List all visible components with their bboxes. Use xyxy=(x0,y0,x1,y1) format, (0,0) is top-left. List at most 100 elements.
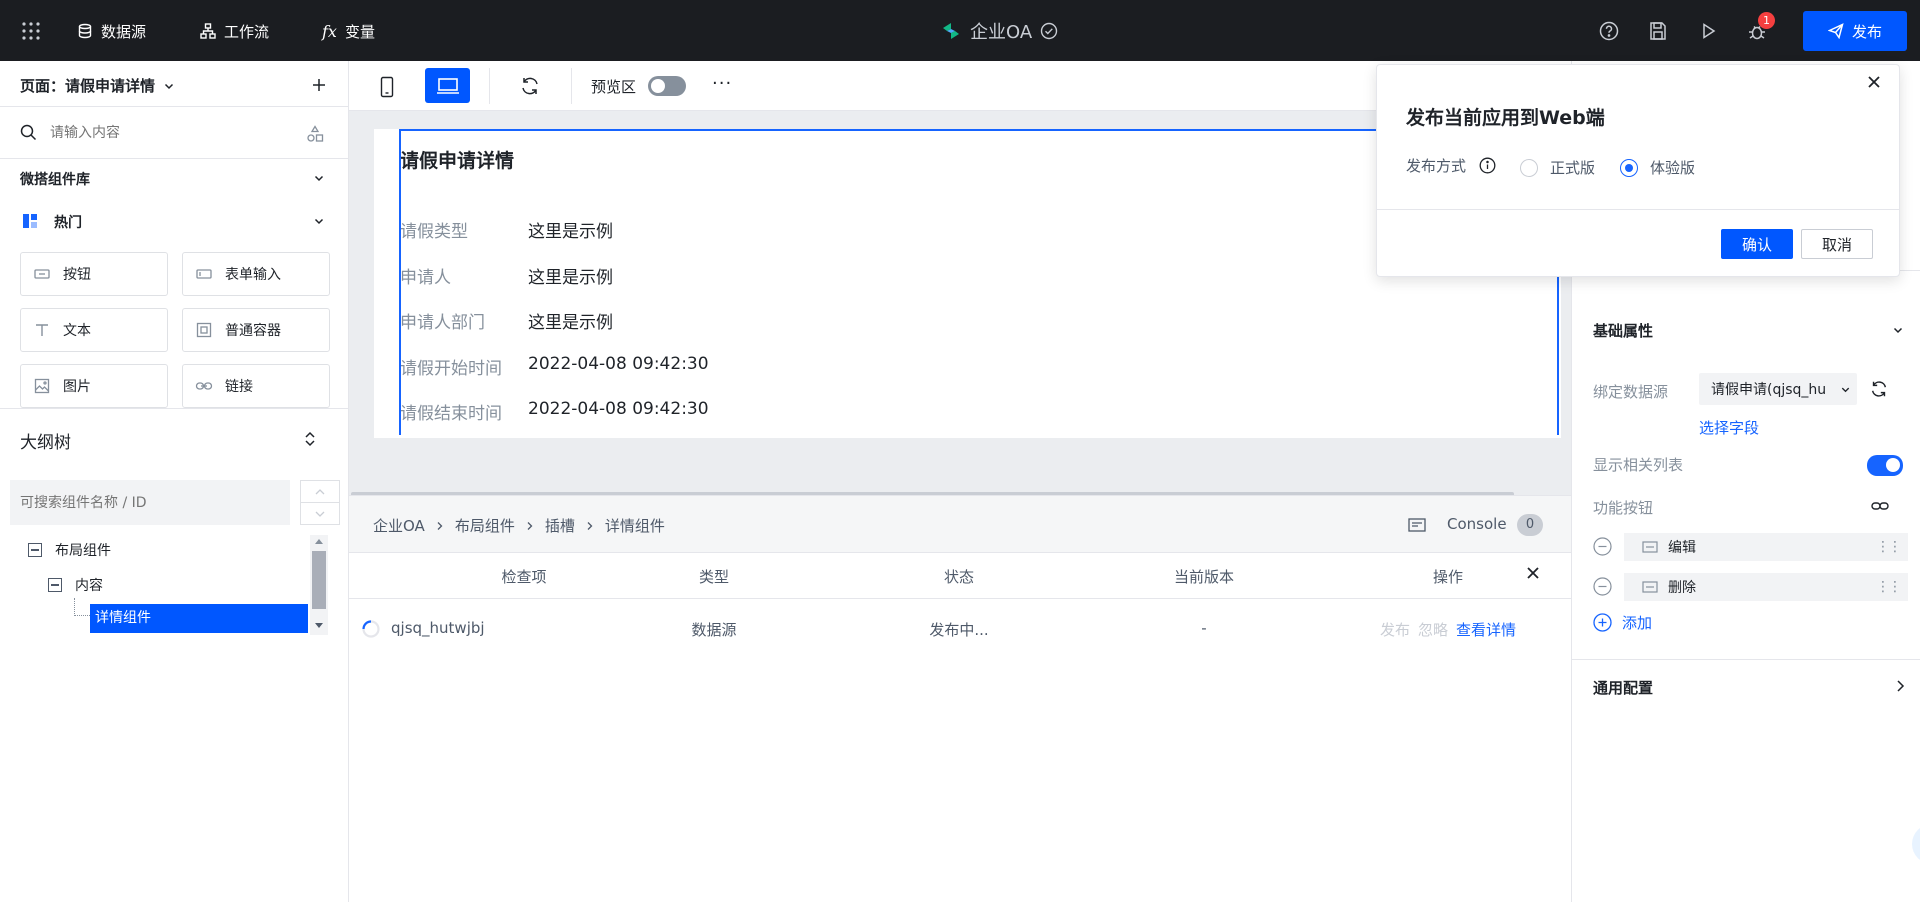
component-image[interactable]: 图片 xyxy=(20,364,168,408)
text-component-icon xyxy=(33,321,51,339)
chevron-right-icon[interactable] xyxy=(1895,679,1905,693)
confirm-button[interactable]: 确认 xyxy=(1721,229,1793,259)
close-icon[interactable] xyxy=(1526,566,1540,580)
component-search-input[interactable] xyxy=(50,120,290,146)
component-container[interactable]: 普通容器 xyxy=(182,308,330,352)
button-component-icon xyxy=(1642,540,1658,554)
chevron-down-icon[interactable] xyxy=(313,172,325,184)
func-button-label: 删除 xyxy=(1668,580,1696,596)
breadcrumb: 企业OA 布局组件 插槽 详情组件 xyxy=(373,515,665,536)
option-label: 正式版 xyxy=(1550,159,1596,177)
nav-workflow[interactable]: 工作流 xyxy=(200,20,269,42)
func-button-label: 编辑 xyxy=(1668,540,1696,556)
remove-icon[interactable] xyxy=(1593,577,1612,596)
func-button-item[interactable]: 编辑 ⋮⋮ xyxy=(1624,533,1908,561)
page-selector[interactable]: 页面：请假申请详情 xyxy=(20,75,175,96)
component-label: 普通容器 xyxy=(225,323,281,339)
ignore-action[interactable]: 忽略 xyxy=(1418,619,1448,640)
detail-value: 这里是示例 xyxy=(528,222,613,242)
component-button[interactable]: 按钮 xyxy=(20,252,168,296)
cell-item: qjsq_hutwjbj xyxy=(391,619,485,637)
refresh-icon[interactable] xyxy=(519,75,541,97)
detail-label: 申请人 xyxy=(400,268,451,288)
console-icon[interactable] xyxy=(1408,517,1426,533)
mobile-icon[interactable] xyxy=(380,76,394,98)
chevron-down-icon[interactable] xyxy=(1892,324,1904,336)
desktop-view-button[interactable] xyxy=(425,68,470,103)
loading-spinner-icon xyxy=(361,619,381,639)
option-label: 体验版 xyxy=(1650,159,1696,177)
expand-collapse-icon[interactable] xyxy=(302,430,318,448)
tree-node-detail[interactable]: 详情组件 xyxy=(90,604,308,633)
add-func-button[interactable]: 添加 xyxy=(1593,612,1652,633)
tree-scrollbar[interactable] xyxy=(310,535,328,635)
radio-formal[interactable] xyxy=(1520,158,1538,177)
run-icon[interactable] xyxy=(1697,20,1719,42)
publish-action[interactable]: 发布 xyxy=(1380,619,1410,640)
link-icon[interactable] xyxy=(1871,499,1889,513)
nav-datasource[interactable]: 数据源 xyxy=(77,20,146,42)
component-text[interactable]: 文本 xyxy=(20,308,168,352)
datasource-select[interactable]: 请假申请(qjsq_hu xyxy=(1699,373,1857,405)
option-trial[interactable]: 体验版 xyxy=(1620,157,1695,178)
component-form-input[interactable]: 表单输入 xyxy=(182,252,330,296)
dialog-title: 发布当前应用到Web端 xyxy=(1406,107,1605,129)
check-panel: 企业OA 布局组件 插槽 详情组件 Console 0 检查项 类型 状态 当前… xyxy=(349,495,1571,902)
link-component-icon xyxy=(195,377,213,395)
chevron-down-icon[interactable] xyxy=(300,502,340,525)
remove-icon[interactable] xyxy=(1593,537,1612,556)
publish-button[interactable]: 发布 xyxy=(1803,11,1907,51)
view-details-link[interactable]: 查看详情 xyxy=(1456,619,1516,640)
detail-label: 请假开始时间 xyxy=(400,359,502,379)
add-page-icon[interactable] xyxy=(310,76,328,94)
workflow-icon xyxy=(200,23,216,39)
collapse-icon[interactable] xyxy=(28,543,42,557)
button-component-icon xyxy=(1642,580,1658,594)
column-header: 状态 xyxy=(943,568,974,586)
help-icon[interactable] xyxy=(1598,20,1620,42)
divider xyxy=(1572,659,1920,660)
component-link[interactable]: 链接 xyxy=(182,364,330,408)
detail-value: 这里是示例 xyxy=(528,268,613,288)
shapes-icon[interactable] xyxy=(306,125,324,143)
refresh-icon[interactable] xyxy=(1869,379,1889,399)
collapse-icon[interactable] xyxy=(48,578,62,592)
component-label: 按钮 xyxy=(63,267,91,283)
assistant-icon[interactable] xyxy=(1912,824,1920,864)
show-related-toggle[interactable] xyxy=(1867,455,1903,476)
console-label[interactable]: Console xyxy=(1447,515,1507,533)
breadcrumb-item[interactable]: 企业OA xyxy=(373,515,425,536)
breadcrumb-item[interactable]: 布局组件 xyxy=(455,515,515,536)
component-label: 图片 xyxy=(63,379,91,395)
option-formal[interactable]: 正式版 xyxy=(1520,157,1595,178)
laptop-icon xyxy=(436,77,460,95)
tree-node-content[interactable]: 内容 xyxy=(75,575,103,595)
bind-datasource-label: 绑定数据源 xyxy=(1593,383,1669,401)
column-header: 当前版本 xyxy=(1173,568,1234,586)
preview-label: 预览区 xyxy=(591,78,637,96)
close-icon[interactable] xyxy=(1867,75,1881,89)
radio-trial[interactable] xyxy=(1620,158,1638,177)
general-config-title[interactable]: 通用配置 xyxy=(1593,677,1653,698)
nav-variable-label: 变量 xyxy=(344,22,375,41)
info-icon xyxy=(1479,157,1496,174)
breadcrumb-item[interactable]: 详情组件 xyxy=(605,515,665,536)
check-circle-icon xyxy=(1040,22,1058,40)
func-button-item[interactable]: 删除 ⋮⋮ xyxy=(1624,573,1908,601)
more-icon[interactable]: ··· xyxy=(712,73,732,94)
detail-title: 请假申请详情 xyxy=(400,150,515,172)
outline-search-input[interactable] xyxy=(10,480,290,525)
cancel-button[interactable]: 取消 xyxy=(1801,229,1873,259)
tree-node-layout[interactable]: 布局组件 xyxy=(55,540,111,560)
cell-status: 发布中... xyxy=(929,621,989,639)
chevron-down-icon[interactable] xyxy=(313,215,325,227)
breadcrumb-item[interactable]: 插槽 xyxy=(545,515,575,536)
choose-field-link[interactable]: 选择字段 xyxy=(1699,417,1759,438)
chevron-up-icon[interactable] xyxy=(300,480,340,502)
drag-handle-icon[interactable]: ⋮⋮ xyxy=(1876,579,1902,595)
save-icon[interactable] xyxy=(1647,20,1669,42)
apps-grid-icon[interactable] xyxy=(20,20,42,42)
drag-handle-icon[interactable]: ⋮⋮ xyxy=(1876,539,1902,555)
nav-variable[interactable]: fx 变量 xyxy=(322,20,375,42)
preview-toggle[interactable] xyxy=(648,76,686,96)
